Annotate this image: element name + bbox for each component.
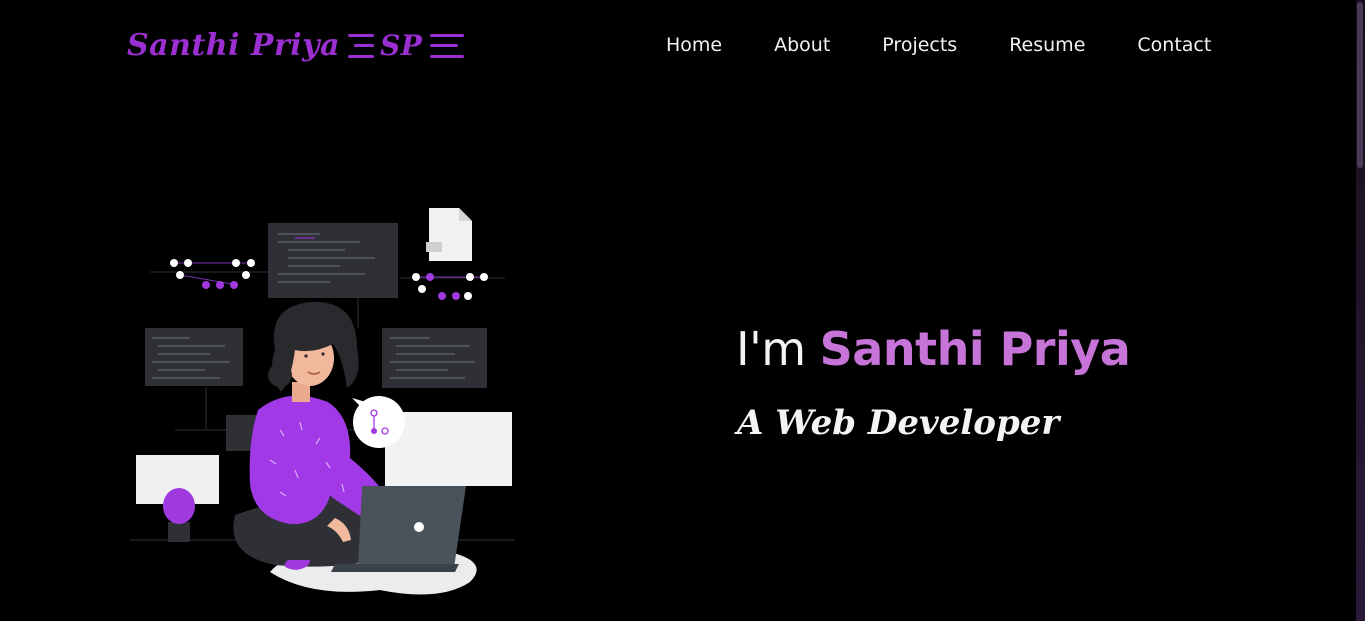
hero-subtitle: A Web Developer	[737, 403, 1060, 443]
hero-greeting: I'm	[736, 322, 806, 376]
scrollbar-thumb[interactable]	[1357, 2, 1363, 168]
developer-at-laptop-illustration	[130, 208, 515, 595]
hero-title: I'm Santhi Priya	[736, 322, 1131, 376]
brand-name: Santhi Priya	[127, 28, 341, 63]
brand-logo[interactable]: Santhi Priya SP	[127, 28, 470, 63]
hero-name: Santhi Priya	[819, 322, 1131, 376]
page-scrollbar[interactable]	[1356, 0, 1365, 621]
logo-lines-icon	[348, 33, 375, 58]
brand-monogram: SP	[380, 29, 423, 62]
nav-about[interactable]: About	[774, 34, 830, 56]
nav-contact[interactable]: Contact	[1137, 34, 1211, 56]
page: Santhi Priya SP Home About Projects Resu…	[0, 0, 1365, 621]
nav-home[interactable]: Home	[666, 34, 722, 56]
logo-lines-icon	[430, 33, 465, 58]
main-nav: Home About Projects Resume Contact	[666, 34, 1211, 56]
nav-projects[interactable]: Projects	[882, 34, 957, 56]
nav-resume[interactable]: Resume	[1009, 34, 1085, 56]
